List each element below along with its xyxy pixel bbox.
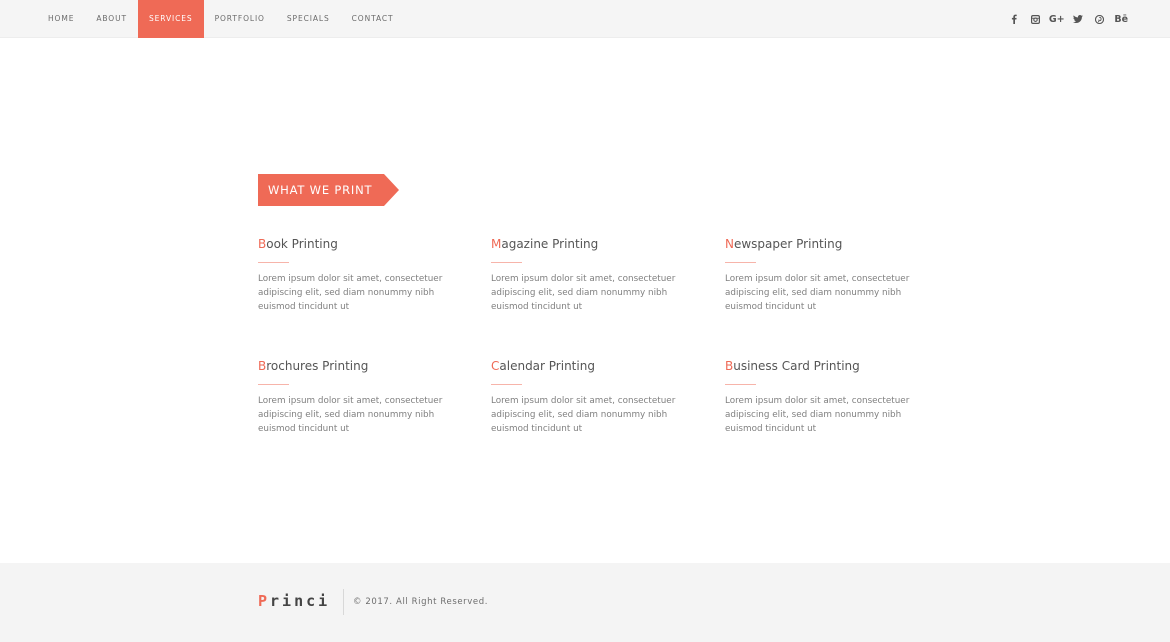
service-divider — [725, 262, 756, 263]
footer-logo[interactable]: Princi — [258, 591, 330, 611]
nav-item-portfolio[interactable]: PORTFOLIO — [204, 0, 276, 38]
service-description: Lorem ipsum dolor sit amet, consectetuer… — [258, 274, 443, 312]
footer-divider — [343, 589, 344, 615]
service-divider — [491, 384, 522, 385]
main-nav: HOME ABOUT SERVICES PORTFOLIO SPECIALS C… — [37, 0, 405, 38]
nav-item-about[interactable]: ABOUT — [85, 0, 138, 38]
service-item-newspaper: Newspaper Printing Lorem ipsum dolor sit… — [725, 236, 925, 314]
service-title: Magazine Printing — [491, 237, 599, 251]
behance-icon[interactable]: Bē — [1111, 0, 1133, 38]
section-badge: WHAT WE PRINT — [258, 174, 399, 206]
service-title: Book Printing — [258, 237, 338, 251]
facebook-icon[interactable] — [1003, 0, 1025, 38]
social-links: G+ Bē — [1003, 0, 1132, 38]
service-item-book: Book Printing Lorem ipsum dolor sit amet… — [258, 236, 458, 314]
service-description: Lorem ipsum dolor sit amet, consectetuer… — [725, 274, 910, 312]
footer: Princi © 2017. All Right Reserved. — [0, 563, 1170, 642]
service-divider — [725, 384, 756, 385]
service-item-calendar: Calendar Printing Lorem ipsum dolor sit … — [491, 358, 691, 436]
service-item-brochures: Brochures Printing Lorem ipsum dolor sit… — [258, 358, 458, 436]
instagram-icon[interactable] — [1025, 0, 1047, 38]
nav-item-specials[interactable]: SPECIALS — [276, 0, 341, 38]
google-plus-icon[interactable]: G+ — [1046, 0, 1068, 38]
service-description: Lorem ipsum dolor sit amet, consectetuer… — [725, 396, 910, 434]
nav-item-home[interactable]: HOME — [37, 0, 85, 38]
service-description: Lorem ipsum dolor sit amet, consectetuer… — [258, 396, 443, 434]
twitter-icon[interactable] — [1068, 0, 1090, 38]
service-title: Newspaper Printing — [725, 237, 843, 251]
service-divider — [258, 262, 289, 263]
service-item-magazine: Magazine Printing Lorem ipsum dolor sit … — [491, 236, 691, 314]
service-title: Brochures Printing — [258, 359, 369, 373]
service-item-business-card: Business Card Printing Lorem ipsum dolor… — [725, 358, 925, 436]
service-title: Calendar Printing — [491, 359, 595, 373]
section-title: WHAT WE PRINT — [268, 183, 373, 197]
nav-item-services[interactable]: SERVICES — [137, 0, 204, 38]
top-navbar: HOME ABOUT SERVICES PORTFOLIO SPECIALS C… — [0, 0, 1170, 38]
service-description: Lorem ipsum dolor sit amet, consectetuer… — [491, 396, 676, 434]
copyright-text: © 2017. All Right Reserved. — [353, 597, 489, 607]
service-title: Business Card Printing — [725, 359, 860, 373]
pinterest-icon[interactable] — [1089, 0, 1111, 38]
service-divider — [258, 384, 289, 385]
service-divider — [491, 262, 522, 263]
service-description: Lorem ipsum dolor sit amet, consectetuer… — [491, 274, 676, 312]
nav-item-contact[interactable]: CONTACT — [341, 0, 405, 38]
